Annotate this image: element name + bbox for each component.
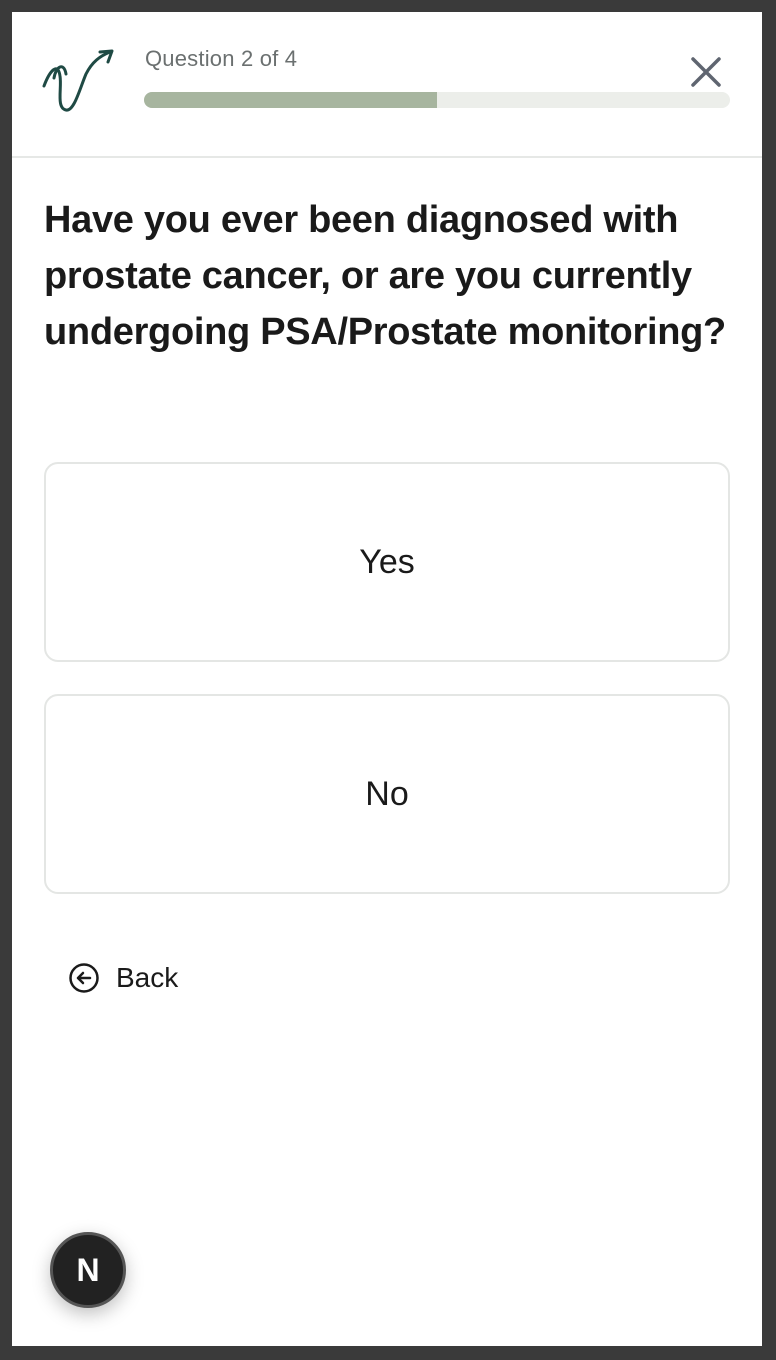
question-text: Have you ever been diagnosed with prosta… [44,199,726,353]
arrow-left-circle-icon [69,963,99,993]
progress-bar [144,92,730,108]
back-button[interactable]: Back [68,962,178,994]
app-frame: Question 2 of 4 Have you ever been diagn… [12,12,762,1346]
avatar[interactable]: N [50,1232,126,1308]
header: Question 2 of 4 [12,12,762,158]
avatar-letter: N [76,1251,100,1288]
option-yes-label: Yes [359,542,415,581]
back-label: Back [116,962,179,993]
option-yes-button[interactable]: Yes [44,462,730,662]
progress-fill [144,92,437,108]
option-no-button[interactable]: No [44,694,730,894]
signature-arrow-logo [42,49,114,112]
close-icon [691,57,721,87]
close-button[interactable] [686,52,726,92]
question-counter: Question 2 of 4 [145,46,298,71]
option-no-label: No [365,774,409,813]
